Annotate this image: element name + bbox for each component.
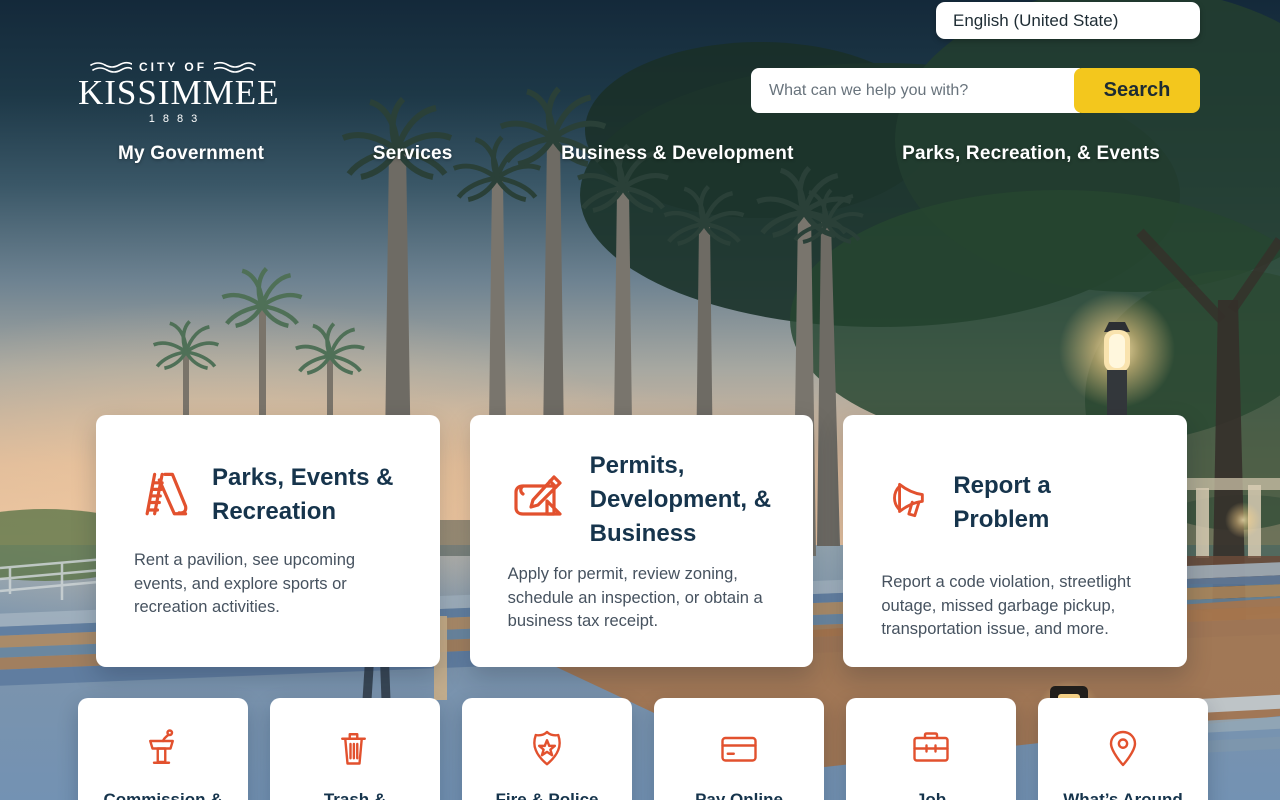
kissimmee-homepage: English (United State) CITY OF KISSIMMEE… bbox=[0, 0, 1280, 800]
playground-slide-icon bbox=[134, 465, 194, 525]
nav-item-my-government[interactable]: My Government bbox=[118, 143, 264, 165]
map-pin-icon bbox=[1099, 726, 1147, 774]
search-input[interactable] bbox=[751, 68, 1080, 113]
blueprint-pencil-icon bbox=[508, 468, 572, 532]
quick-link-cards: Commission & Trash & Fire & Police bbox=[78, 698, 1208, 800]
quicklink-label: Job bbox=[916, 790, 946, 800]
card-description: Apply for permit, review zoning, schedul… bbox=[508, 563, 776, 633]
card-parks-events-recreation[interactable]: Parks, Events & Recreation Rent a pavili… bbox=[96, 415, 440, 667]
main-nav: My Government Services Business & Develo… bbox=[78, 143, 1200, 165]
logo-wave-right-icon bbox=[214, 61, 256, 73]
feature-cards: Parks, Events & Recreation Rent a pavili… bbox=[96, 415, 1187, 667]
card-title: Permits, Development, & Business bbox=[590, 449, 776, 551]
credit-card-icon bbox=[715, 726, 763, 774]
card-permits-development-business[interactable]: Permits, Development, & Business Apply f… bbox=[470, 415, 814, 667]
logo-wave-left-icon bbox=[90, 61, 132, 73]
card-description: Rent a pavilion, see upcoming events, an… bbox=[134, 549, 402, 619]
site-header: CITY OF KISSIMMEE 1883 Search bbox=[0, 0, 1280, 135]
quicklink-label: Fire & Police bbox=[496, 790, 599, 800]
card-title: Parks, Events & Recreation bbox=[212, 461, 402, 529]
quicklink-label: Commission & bbox=[103, 790, 222, 800]
card-report-a-problem[interactable]: Report a Problem Report a code violation… bbox=[843, 415, 1187, 667]
quicklink-job[interactable]: Job bbox=[846, 698, 1016, 800]
quicklink-label: Pay Online bbox=[695, 790, 783, 800]
trash-icon bbox=[331, 726, 379, 774]
site-search: Search bbox=[751, 68, 1200, 113]
quicklink-fire-police[interactable]: Fire & Police bbox=[462, 698, 632, 800]
quicklink-label: What’s Around bbox=[1063, 790, 1183, 800]
logo-tagline: CITY OF bbox=[139, 60, 207, 74]
podium-icon bbox=[139, 726, 187, 774]
megaphone-icon bbox=[881, 476, 935, 530]
card-title: Report a Problem bbox=[953, 469, 1149, 537]
nav-item-services[interactable]: Services bbox=[373, 143, 453, 165]
quicklink-whats-around[interactable]: What’s Around bbox=[1038, 698, 1208, 800]
briefcase-icon bbox=[907, 726, 955, 774]
logo-city-name: KISSIMMEE bbox=[78, 75, 268, 112]
quicklink-commission[interactable]: Commission & bbox=[78, 698, 248, 800]
quicklink-pay-online[interactable]: Pay Online bbox=[654, 698, 824, 800]
nav-item-parks-recreation-events[interactable]: Parks, Recreation, & Events bbox=[902, 143, 1160, 165]
logo-year: 1883 bbox=[78, 113, 268, 125]
police-badge-icon bbox=[523, 726, 571, 774]
city-logo[interactable]: CITY OF KISSIMMEE 1883 bbox=[78, 60, 268, 125]
card-description: Report a code violation, streetlight out… bbox=[881, 571, 1149, 641]
quicklink-label: Trash & bbox=[324, 790, 386, 800]
search-button[interactable]: Search bbox=[1074, 68, 1200, 113]
nav-item-business-development[interactable]: Business & Development bbox=[561, 143, 793, 165]
quicklink-trash[interactable]: Trash & bbox=[270, 698, 440, 800]
